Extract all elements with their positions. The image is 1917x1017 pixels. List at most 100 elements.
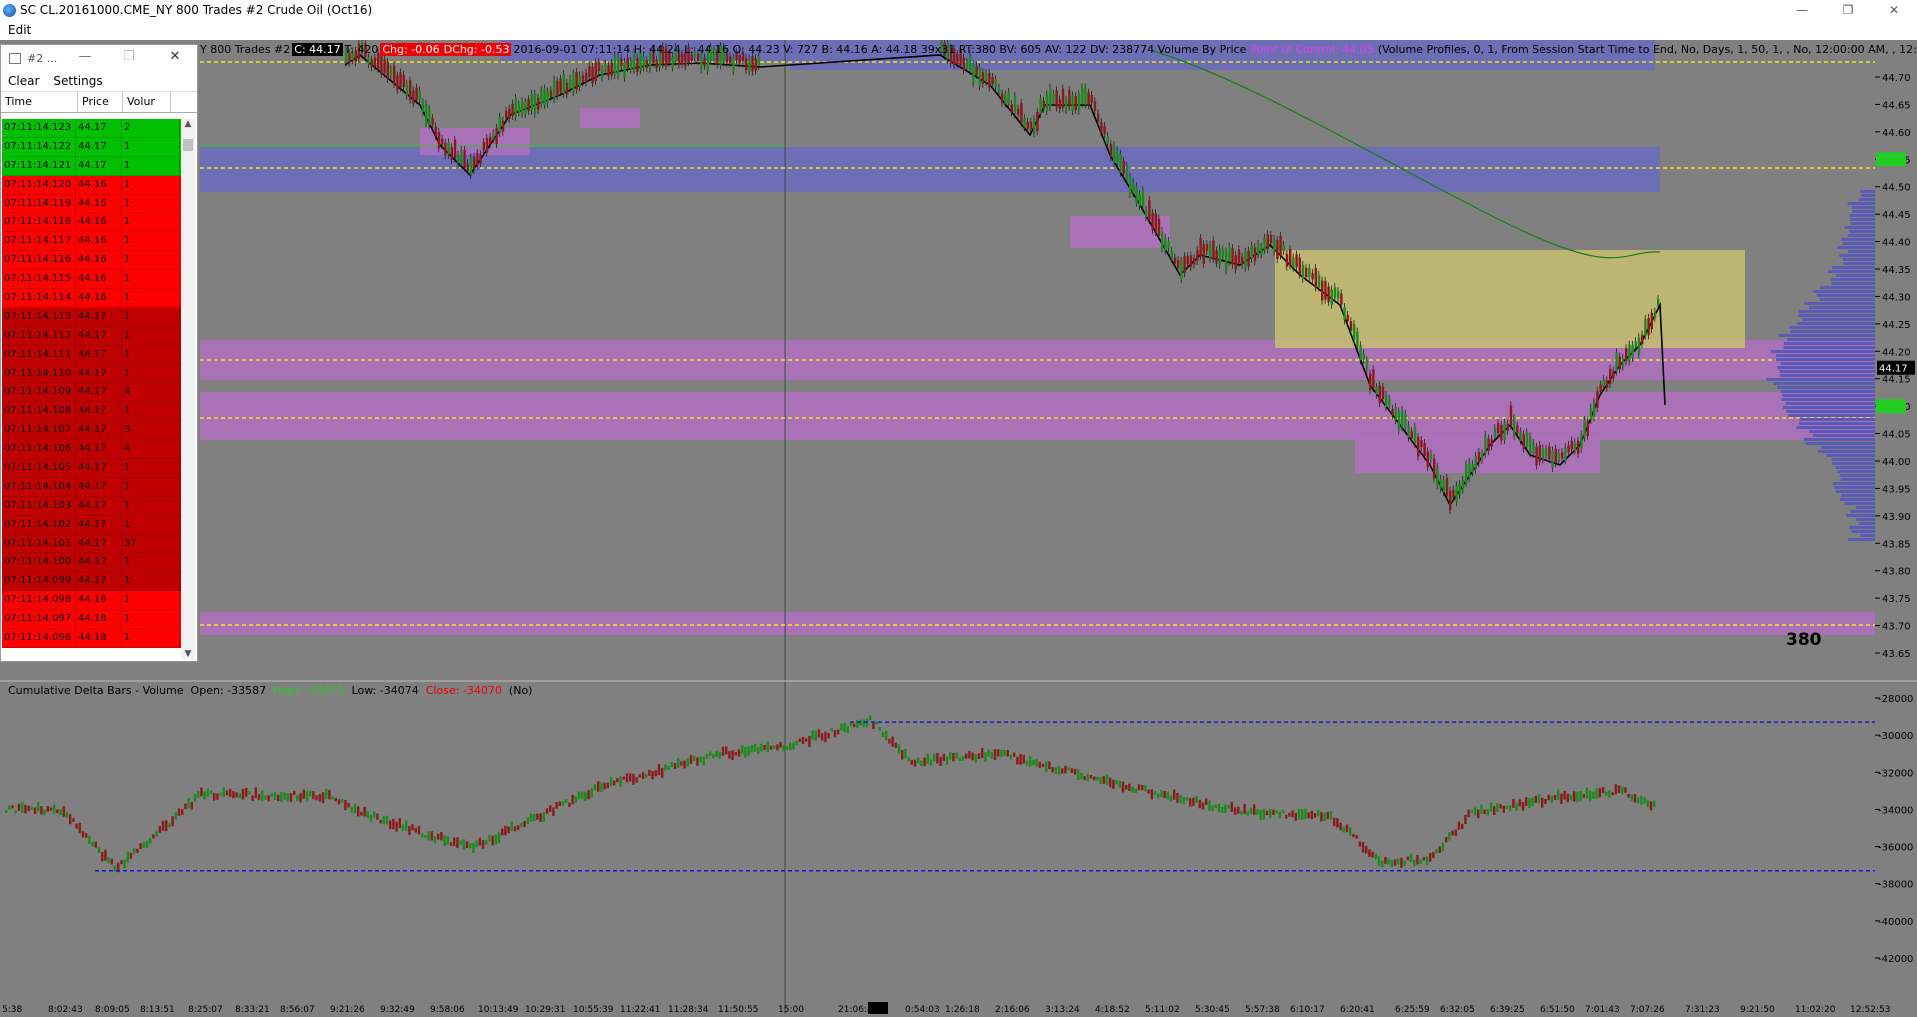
delta-bar	[792, 742, 795, 750]
delta-bar	[1221, 806, 1224, 813]
delta-bar	[49, 807, 53, 811]
tas-cell-price: 44.17	[76, 383, 122, 402]
delta-bar	[11, 805, 14, 809]
delta-bar	[702, 756, 705, 766]
tas-cell-price: 44.17	[76, 496, 122, 515]
tas-minimize-button[interactable]: —	[75, 49, 95, 64]
delta-bar	[1518, 799, 1521, 807]
scroll-down-icon[interactable]: ▼	[181, 649, 195, 659]
restore-button[interactable]: ❐	[1825, 0, 1871, 20]
tas-restore-button[interactable]: ❐	[119, 49, 139, 64]
delta-bar	[907, 757, 910, 762]
delta-bar	[206, 788, 209, 797]
delta-bar	[878, 727, 881, 731]
profile-bar	[1849, 214, 1875, 217]
price-candle	[508, 108, 511, 119]
delta-bar	[1141, 784, 1144, 791]
tas-titlebar[interactable]: #2 ... — ❐ ✕	[1, 45, 197, 71]
scroll-up-icon[interactable]: ▲	[181, 119, 195, 129]
delta-bar	[1057, 765, 1061, 775]
delta-bar	[1224, 804, 1227, 814]
price-candle	[380, 54, 383, 75]
price-candle	[617, 56, 620, 76]
tas-cell-time: 07:11:14.101	[2, 534, 76, 553]
price-candle	[1567, 445, 1570, 453]
price-candle	[1522, 434, 1525, 450]
volume-zone	[200, 392, 1875, 440]
price-candle	[492, 133, 495, 140]
price-candle	[1452, 489, 1455, 498]
price-candle	[754, 58, 757, 71]
col-price[interactable]: Price	[78, 92, 123, 112]
delta-bar	[1038, 761, 1041, 768]
delta-bar	[1317, 809, 1320, 817]
price-candle	[1225, 251, 1228, 271]
price-candle	[1641, 334, 1644, 345]
profile-bar	[1778, 334, 1875, 337]
delta-bar	[929, 759, 933, 766]
tas-clear-button[interactable]: Clear	[1, 74, 46, 88]
price-candle	[1215, 250, 1218, 264]
time-tick-label: 7:31:23	[1685, 1005, 1720, 1014]
delta-bar	[1342, 826, 1345, 833]
price-candle	[434, 126, 437, 136]
delta-bar	[421, 833, 424, 838]
delta-bar	[1061, 768, 1064, 774]
profile-bar	[1779, 370, 1875, 373]
time-tick-label: 6:20:41	[1340, 1005, 1375, 1014]
delta-bar	[1230, 801, 1233, 812]
delta-bar	[1272, 809, 1275, 815]
delta-bar	[232, 791, 235, 799]
tas-scrollbar[interactable]: ▲ ▼	[181, 119, 195, 659]
profile-bar	[1850, 218, 1875, 221]
tas-close-button[interactable]: ✕	[165, 49, 185, 64]
menu-edit[interactable]: Edit	[0, 23, 39, 37]
delta-bar	[1534, 795, 1537, 803]
time-axis: 5:38 8:02:43 8:09:05 8:13:51 8:25:07 8:33:21 8…	[2, 1002, 1890, 1015]
price-candle	[1097, 113, 1100, 122]
delta-bar	[1550, 795, 1553, 803]
col-volume[interactable]: Volur	[123, 92, 171, 112]
price-candle	[572, 73, 575, 93]
close-button[interactable]: ✕	[1871, 0, 1917, 20]
delta-bar	[334, 797, 337, 802]
delta-bar	[1592, 791, 1595, 799]
delta-bar	[1086, 773, 1089, 782]
price-candle	[540, 89, 543, 104]
price-candle	[482, 142, 485, 151]
delta-bar	[1605, 791, 1608, 796]
tas-row: 07:11:14.117 44.16 1	[2, 232, 182, 252]
delta-bar	[1416, 854, 1419, 865]
price-candle	[1359, 345, 1362, 361]
delta-bar	[709, 751, 712, 757]
delta-bar	[328, 790, 331, 800]
delta-bar	[1425, 856, 1429, 866]
price-candle	[479, 154, 482, 164]
price-candle	[613, 56, 617, 76]
price-chart-svg[interactable]: 44.7044.6544.6044.5544.5044.4544.4044.35…	[0, 35, 1917, 1015]
time-and-sales-window[interactable]: #2 ... — ❐ ✕ Clear Settings Time Price V…	[0, 44, 198, 662]
delta-bar	[267, 795, 270, 802]
price-tick-label: 44.30	[1882, 292, 1911, 303]
delta-bar	[1477, 809, 1480, 819]
tas-cell-time: 07:11:14.111	[2, 345, 76, 364]
col-time[interactable]: Time	[1, 92, 78, 112]
price-candle	[1106, 136, 1109, 144]
chart-area[interactable]: 44.7044.6544.6044.5544.5044.4544.4044.35…	[0, 35, 1917, 1015]
price-candle	[1433, 458, 1436, 479]
scroll-thumb[interactable]	[183, 139, 193, 151]
tas-settings-button[interactable]: Settings	[46, 74, 109, 88]
minimize-button[interactable]: —	[1779, 0, 1825, 20]
profile-bar	[1813, 290, 1875, 293]
delta-bar	[798, 738, 801, 742]
delta-bar	[113, 865, 117, 872]
delta-bar	[1013, 752, 1016, 757]
price-candle	[1298, 257, 1301, 275]
price-tick-label: 44.45	[1882, 210, 1911, 221]
price-candle	[1113, 145, 1116, 163]
profile-bar	[1847, 538, 1875, 541]
time-tick-label: 6:51:50	[1540, 1005, 1575, 1014]
price-candle	[962, 57, 965, 71]
time-tick-label: 11:50:55	[718, 1005, 758, 1014]
delta-bar	[1358, 841, 1361, 847]
